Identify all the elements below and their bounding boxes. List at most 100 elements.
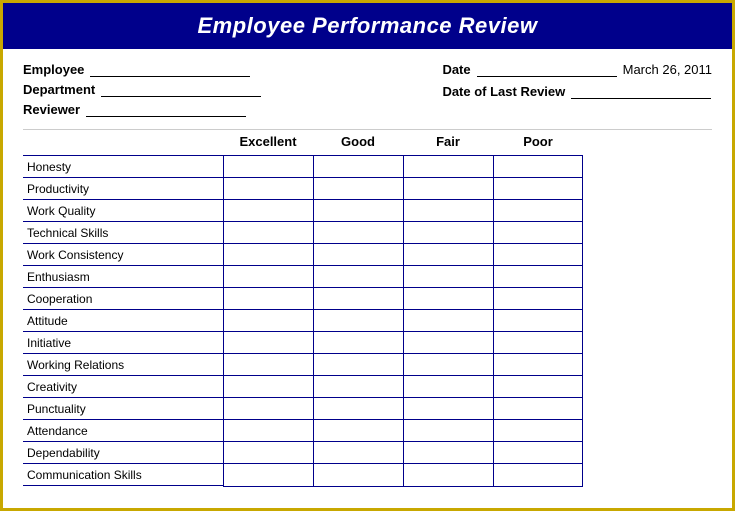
rating-cell[interactable]	[494, 464, 582, 486]
rating-cell[interactable]	[494, 222, 582, 244]
department-label: Department	[23, 82, 95, 97]
col-good	[313, 155, 403, 487]
rating-cell[interactable]	[314, 464, 403, 486]
rating-cell[interactable]	[224, 332, 313, 354]
rating-cell[interactable]	[404, 332, 493, 354]
rating-section: Excellent Good Fair Poor HonestyProducti…	[3, 134, 732, 503]
rating-cell[interactable]	[494, 398, 582, 420]
rating-cell[interactable]	[314, 288, 403, 310]
department-field: Department	[23, 81, 261, 97]
date-row: Date March 26, 2011	[442, 61, 712, 77]
rating-cell[interactable]	[224, 376, 313, 398]
rating-cell[interactable]	[404, 464, 493, 486]
criteria-block: HonestyProductivityWork QualityTechnical…	[23, 155, 712, 487]
rating-cell[interactable]	[314, 266, 403, 288]
rating-cell[interactable]	[494, 442, 582, 464]
rating-cell[interactable]	[494, 266, 582, 288]
rating-cell[interactable]	[404, 310, 493, 332]
criteria-label: Enthusiasm	[23, 266, 223, 288]
rating-cell[interactable]	[404, 200, 493, 222]
rating-cell[interactable]	[314, 398, 403, 420]
rating-cell[interactable]	[404, 156, 493, 178]
rating-cell[interactable]	[494, 288, 582, 310]
rating-cell[interactable]	[404, 288, 493, 310]
reviewer-field: Reviewer	[23, 101, 261, 117]
rating-cell[interactable]	[404, 398, 493, 420]
criteria-labels: HonestyProductivityWork QualityTechnical…	[23, 155, 223, 487]
rating-cell[interactable]	[404, 222, 493, 244]
date-label: Date	[442, 62, 470, 77]
criteria-label: Technical Skills	[23, 222, 223, 244]
criteria-label: Creativity	[23, 376, 223, 398]
form-right: Date March 26, 2011 Date of Last Review	[442, 61, 712, 99]
page-title: Employee Performance Review	[3, 3, 732, 49]
rating-cell[interactable]	[314, 222, 403, 244]
rating-cell[interactable]	[404, 178, 493, 200]
date-line	[477, 61, 617, 77]
criteria-label: Working Relations	[23, 354, 223, 376]
rating-cell[interactable]	[224, 244, 313, 266]
rating-cell[interactable]	[224, 288, 313, 310]
rating-cell[interactable]	[314, 310, 403, 332]
criteria-label: Honesty	[23, 156, 223, 178]
rating-cell[interactable]	[494, 310, 582, 332]
rating-cell[interactable]	[494, 376, 582, 398]
form-section: Employee Department Reviewer Date March …	[3, 49, 732, 125]
rating-cell[interactable]	[404, 266, 493, 288]
reviewer-input[interactable]	[86, 101, 246, 117]
employee-label: Employee	[23, 62, 84, 77]
rating-cell[interactable]	[314, 244, 403, 266]
rating-cell[interactable]	[224, 222, 313, 244]
rating-cell[interactable]	[314, 332, 403, 354]
rating-cell[interactable]	[224, 442, 313, 464]
rating-cell[interactable]	[224, 464, 313, 486]
rating-cell[interactable]	[404, 354, 493, 376]
criteria-label: Initiative	[23, 332, 223, 354]
rating-cell[interactable]	[224, 398, 313, 420]
rating-cell[interactable]	[314, 376, 403, 398]
col-fair	[403, 155, 493, 487]
col-excellent	[223, 155, 313, 487]
employee-input[interactable]	[90, 61, 250, 77]
rating-cell[interactable]	[404, 420, 493, 442]
col-poor[interactable]	[493, 155, 583, 487]
criteria-label: Attendance	[23, 420, 223, 442]
rating-cell[interactable]	[314, 178, 403, 200]
rating-cell[interactable]	[224, 266, 313, 288]
rating-cell[interactable]	[494, 200, 582, 222]
rating-cell[interactable]	[494, 420, 582, 442]
rating-header: Excellent Good Fair Poor	[223, 134, 712, 149]
last-review-input[interactable]	[571, 83, 711, 99]
rating-cell[interactable]	[224, 420, 313, 442]
criteria-label: Communication Skills	[23, 464, 223, 486]
rating-cell[interactable]	[494, 332, 582, 354]
rating-cell[interactable]	[404, 376, 493, 398]
rating-cell[interactable]	[224, 178, 313, 200]
rating-cell[interactable]	[404, 244, 493, 266]
criteria-label: Work Consistency	[23, 244, 223, 266]
criteria-label: Attitude	[23, 310, 223, 332]
department-input[interactable]	[101, 81, 261, 97]
rating-cell[interactable]	[224, 354, 313, 376]
rating-cell[interactable]	[494, 156, 582, 178]
rating-cell[interactable]	[314, 442, 403, 464]
header-excellent: Excellent	[223, 134, 313, 149]
rating-cell[interactable]	[314, 200, 403, 222]
criteria-label: Cooperation	[23, 288, 223, 310]
rating-cell[interactable]	[224, 200, 313, 222]
rating-cell[interactable]	[314, 354, 403, 376]
rating-cell[interactable]	[314, 156, 403, 178]
divider	[23, 129, 712, 130]
rating-cell[interactable]	[494, 354, 582, 376]
criteria-label: Work Quality	[23, 200, 223, 222]
rating-cell[interactable]	[314, 420, 403, 442]
rating-cell[interactable]	[224, 310, 313, 332]
rating-cell[interactable]	[494, 178, 582, 200]
last-review-row: Date of Last Review	[442, 83, 711, 99]
last-review-label: Date of Last Review	[442, 84, 565, 99]
rating-cell[interactable]	[494, 244, 582, 266]
header-fair: Fair	[403, 134, 493, 149]
rating-cell[interactable]	[224, 156, 313, 178]
rating-cell[interactable]	[404, 442, 493, 464]
criteria-label: Productivity	[23, 178, 223, 200]
